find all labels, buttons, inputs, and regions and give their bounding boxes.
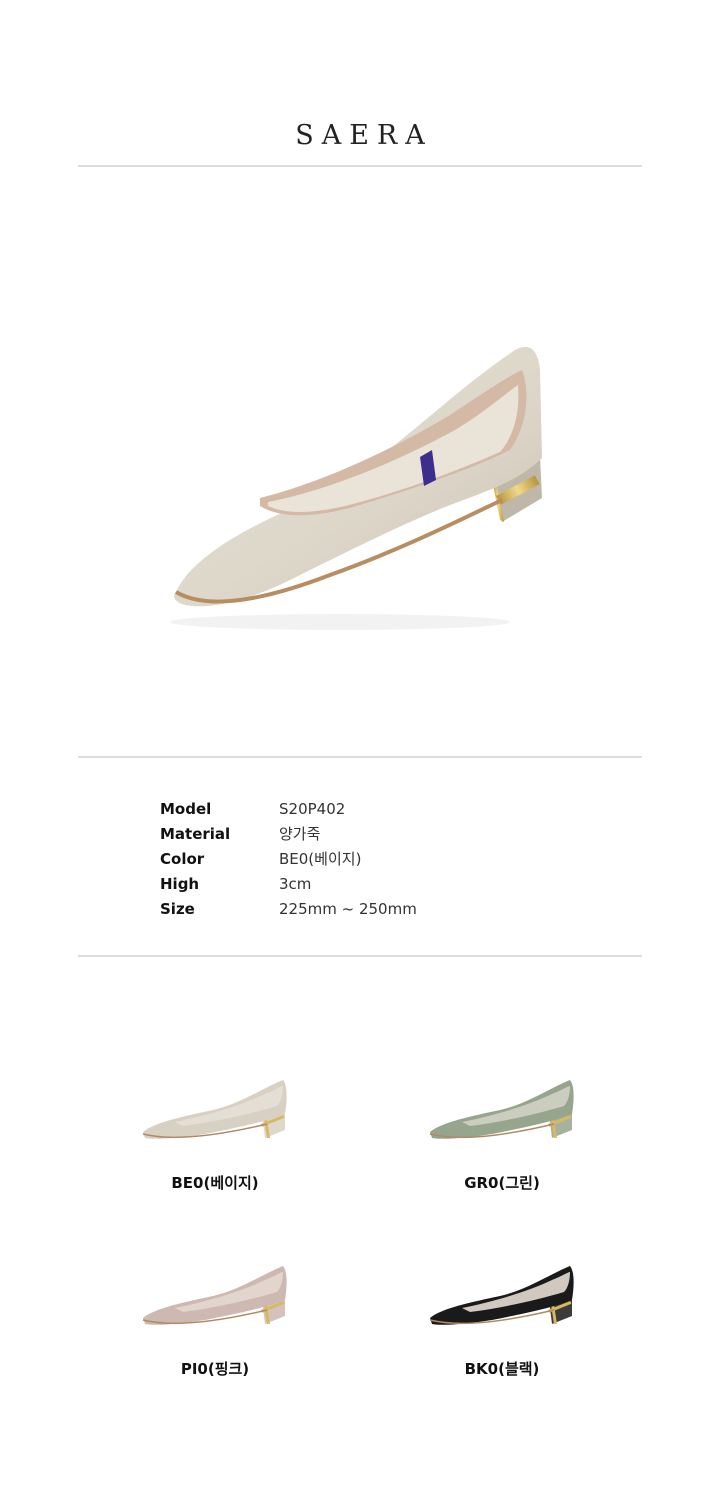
divider-top xyxy=(78,165,642,167)
divider-middle xyxy=(78,756,642,758)
variant-green[interactable]: GR0(그린) xyxy=(392,1072,612,1193)
spec-key: High xyxy=(160,874,200,893)
shoe-thumbnail-icon xyxy=(142,1080,287,1139)
spec-table: Model S20P402 Material 양가죽 Color BE0(베이지… xyxy=(160,796,417,921)
spec-value: 3cm xyxy=(279,874,312,893)
shoe-thumbnail-icon xyxy=(429,1266,574,1325)
spec-value: 양가죽 xyxy=(279,825,321,843)
spec-row-model: Model S20P402 xyxy=(160,796,417,821)
spec-value: BE0(베이지) xyxy=(279,850,362,868)
spec-value: S20P402 xyxy=(279,799,346,818)
variant-black[interactable]: BK0(블랙) xyxy=(392,1258,612,1379)
variant-label: BE0(베이지) xyxy=(171,1174,259,1192)
shoe-thumbnail-icon xyxy=(429,1080,574,1139)
spec-row-size: Size 225mm ~ 250mm xyxy=(160,896,417,921)
variant-beige[interactable]: BE0(베이지) xyxy=(105,1072,325,1193)
brand-logo: SAERA xyxy=(295,120,433,151)
spec-row-material: Material 양가죽 xyxy=(160,821,417,846)
variant-label: GR0(그린) xyxy=(464,1174,540,1192)
spec-key: Material xyxy=(160,824,231,843)
divider-bottom xyxy=(78,955,642,957)
spec-value: 225mm ~ 250mm xyxy=(279,899,417,918)
spec-key: Size xyxy=(160,899,195,918)
hero-shoe-image xyxy=(150,330,570,650)
spec-row-high: High 3cm xyxy=(160,871,417,896)
spec-key: Model xyxy=(160,799,212,818)
variant-label: BK0(블랙) xyxy=(464,1360,540,1378)
spec-row-color: Color BE0(베이지) xyxy=(160,846,417,871)
variant-pink[interactable]: PI0(핑크) xyxy=(105,1258,325,1379)
spec-key: Color xyxy=(160,849,205,868)
variant-label: PI0(핑크) xyxy=(180,1360,250,1378)
shoe-thumbnail-icon xyxy=(142,1266,287,1325)
